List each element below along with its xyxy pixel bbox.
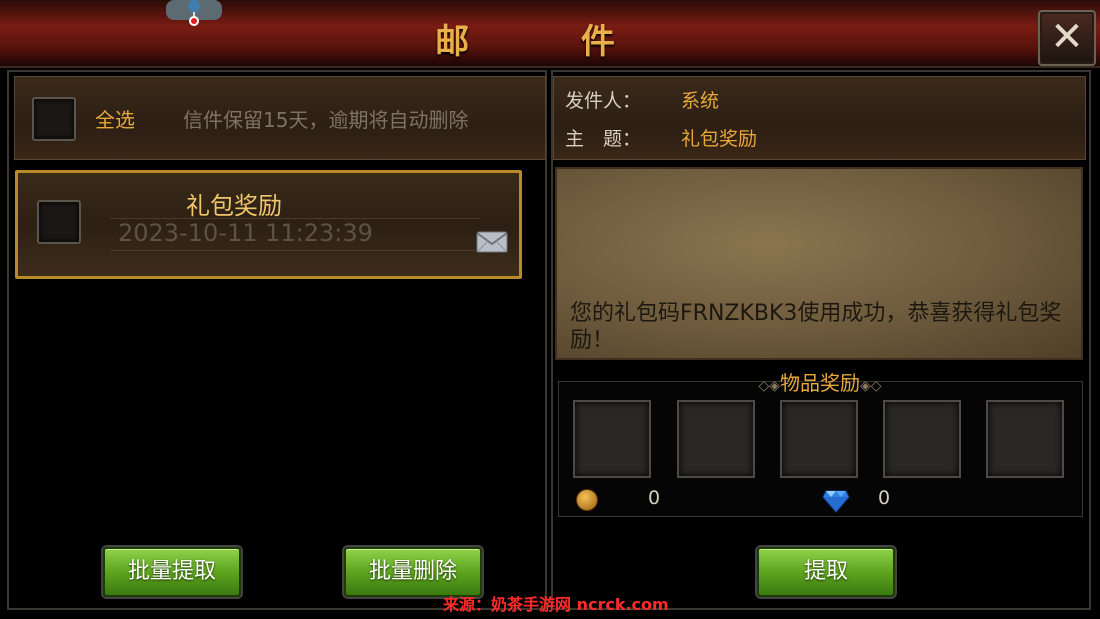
gold-coin-icon [576, 489, 598, 511]
select-all-checkbox[interactable] [32, 97, 76, 141]
source-watermark: 来源：奶茶手游网 ncrck.com [443, 595, 669, 614]
sender-value: 系统 [681, 90, 720, 112]
diamond-amount: 0 [878, 487, 891, 509]
claim-button[interactable]: 提取 [757, 547, 895, 597]
mail-body-text: 您的礼包码FRNZKBK3使用成功，恭喜获得礼包奖励！ [570, 301, 1062, 353]
window-title: 邮 件 [435, 22, 665, 62]
retention-note: 信件保留15天，逾期将自动删除 [183, 108, 469, 132]
gold-amount: 0 [648, 487, 661, 509]
ornament-icon: ◈◇ [860, 378, 882, 394]
batch-delete-button[interactable]: 批量删除 [344, 547, 482, 597]
mail-item-date: 2023-10-11 11:23:39 [118, 219, 373, 247]
select-all-label[interactable]: 全选 [95, 104, 135, 133]
reward-slot[interactable] [883, 400, 961, 478]
close-icon: ✕ [1050, 14, 1084, 60]
subject-value: 礼包奖励 [681, 128, 758, 150]
mail-item-title: 礼包奖励 [186, 192, 282, 220]
close-button[interactable]: ✕ [1038, 10, 1096, 66]
rewards-title-text: 物品奖励 [780, 371, 860, 395]
reward-slot[interactable] [986, 400, 1064, 478]
reward-slot[interactable] [677, 400, 755, 478]
divider [110, 250, 480, 251]
subject-label: 主 题： [565, 128, 642, 150]
batch-claim-button[interactable]: 批量提取 [103, 547, 241, 597]
rewards-title: ◇◈物品奖励◈◇ [555, 367, 1085, 396]
envelope-icon [476, 231, 508, 253]
reward-slot[interactable] [780, 400, 858, 478]
ornament-icon: ◇◈ [758, 378, 780, 394]
sender-label: 发件人： [565, 90, 642, 112]
diamond-icon [822, 490, 850, 513]
reward-slot[interactable] [573, 400, 651, 478]
mail-item-checkbox[interactable] [37, 200, 81, 244]
